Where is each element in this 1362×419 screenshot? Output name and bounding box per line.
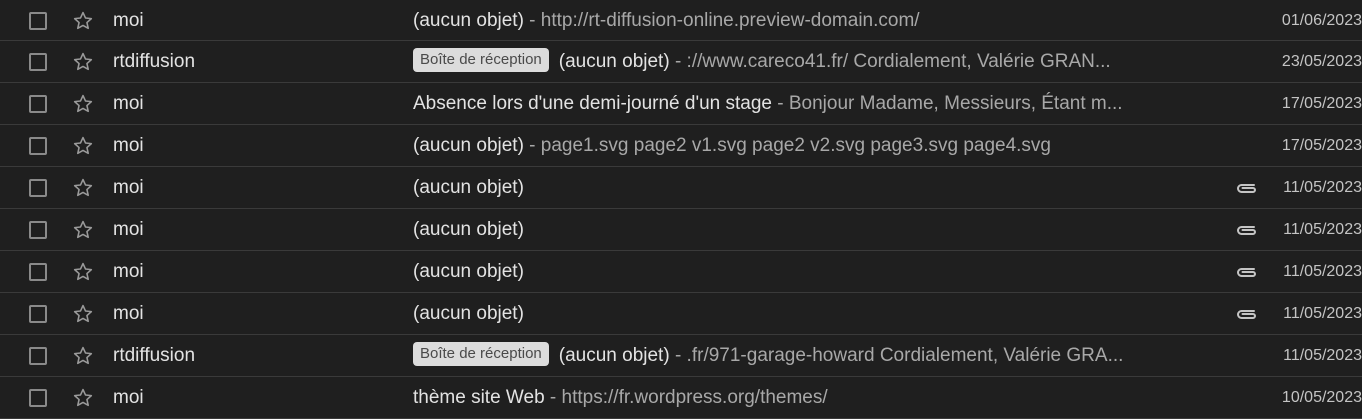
email-subject: (aucun objet)	[558, 345, 670, 366]
email-content: (aucun objet)	[413, 167, 524, 209]
select-checkbox[interactable]	[29, 53, 47, 71]
select-checkbox[interactable]	[29, 12, 47, 30]
email-date: 01/06/2023	[1281, 12, 1362, 29]
email-row[interactable]: moi thème site Web - https://fr.wordpres…	[0, 377, 1362, 419]
email-subject: thème site Web	[413, 387, 545, 408]
email-subject: (aucun objet)	[413, 177, 524, 198]
email-row[interactable]: moi (aucun objet) 11/05/2023	[0, 209, 1362, 251]
email-row[interactable]: moi Absence lors d'une demi-journé d'un …	[0, 83, 1362, 125]
select-checkbox[interactable]	[29, 347, 47, 365]
sender-name: moi	[113, 261, 144, 282]
email-content: (aucun objet)	[413, 209, 524, 251]
star-icon[interactable]	[72, 219, 94, 241]
email-content: Boîte de réception (aucun objet) - .fr/97…	[413, 335, 1123, 377]
email-subject: (aucun objet)	[413, 219, 524, 240]
select-checkbox[interactable]	[29, 389, 47, 407]
email-snippet: - ://www.careco41.fr/ Cordialement, Valé…	[669, 51, 1111, 72]
email-row[interactable]: rtdiffusion Boîte de réception (aucun obj…	[0, 41, 1362, 83]
star-icon[interactable]	[72, 345, 94, 367]
email-subject: (aucun objet)	[413, 303, 524, 324]
email-content: (aucun objet) - http://rt-diffusion-onli…	[413, 0, 920, 42]
email-subject: (aucun objet)	[558, 51, 670, 72]
email-date: 11/05/2023	[1283, 305, 1362, 322]
sender-name: moi	[113, 177, 144, 198]
select-checkbox[interactable]	[29, 137, 47, 155]
select-checkbox[interactable]	[29, 95, 47, 113]
email-subject: (aucun objet)	[413, 261, 524, 282]
star-icon[interactable]	[72, 51, 94, 73]
email-date: 23/05/2023	[1281, 53, 1362, 70]
email-date: 17/05/2023	[1281, 137, 1362, 154]
paperclip-icon[interactable]	[1234, 180, 1260, 196]
email-row[interactable]: rtdiffusion Boîte de réception (aucun obj…	[0, 335, 1362, 377]
sender-name: rtdiffusion	[113, 345, 196, 366]
email-snippet: - Bonjour Madame, Messieurs, Étant m...	[771, 93, 1123, 114]
star-icon[interactable]	[72, 303, 94, 325]
star-icon[interactable]	[72, 93, 94, 115]
email-date: 11/05/2023	[1283, 221, 1362, 238]
sender-name: moi	[113, 219, 144, 240]
sender-name: moi	[113, 303, 144, 324]
email-row[interactable]: moi (aucun objet) - page1.svg page2 v1.s…	[0, 125, 1362, 167]
sender-name: moi	[113, 10, 144, 31]
email-snippet: - page1.svg page2 v1.svg page2 v2.svg pa…	[523, 135, 1051, 156]
select-checkbox[interactable]	[29, 221, 47, 239]
label-badge[interactable]: Boîte de réception	[413, 47, 549, 72]
email-snippet: - https://fr.wordpress.org/themes/	[544, 387, 828, 408]
email-content: (aucun objet)	[413, 293, 524, 335]
email-date: 10/05/2023	[1281, 389, 1362, 406]
star-icon[interactable]	[72, 261, 94, 283]
email-row[interactable]: moi (aucun objet) 11/05/2023	[0, 251, 1362, 293]
email-subject: (aucun objet)	[413, 10, 524, 31]
sender-name: rtdiffusion	[113, 51, 196, 72]
email-subject: Absence lors d'une demi-journé d'un stag…	[413, 93, 772, 114]
email-content: Boîte de réception (aucun objet) - ://www…	[413, 41, 1111, 83]
email-date: 11/05/2023	[1283, 179, 1362, 196]
email-content: (aucun objet) - page1.svg page2 v1.svg p…	[413, 125, 1051, 167]
email-content: Absence lors d'une demi-journé d'un stag…	[413, 83, 1123, 125]
paperclip-icon[interactable]	[1234, 306, 1260, 322]
email-content: thème site Web - https://fr.wordpress.or…	[413, 377, 828, 419]
sender-name: moi	[113, 135, 144, 156]
label-badge[interactable]: Boîte de réception	[413, 341, 549, 366]
select-checkbox[interactable]	[29, 179, 47, 197]
email-row[interactable]: moi (aucun objet) 11/05/2023	[0, 167, 1362, 209]
email-subject: (aucun objet)	[413, 135, 524, 156]
star-icon[interactable]	[72, 10, 94, 32]
email-content: (aucun objet)	[413, 251, 524, 293]
email-snippet: - .fr/971-garage-howard Cordialement, Va…	[669, 345, 1124, 366]
select-checkbox[interactable]	[29, 305, 47, 323]
email-row[interactable]: moi (aucun objet) - http://rt-diffusion-…	[0, 0, 1362, 41]
paperclip-icon[interactable]	[1234, 264, 1260, 280]
sender-name: moi	[113, 93, 144, 114]
sender-name: moi	[113, 387, 144, 408]
email-date: 17/05/2023	[1281, 95, 1362, 112]
email-list: moi (aucun objet) - http://rt-diffusion-…	[0, 0, 1362, 419]
star-icon[interactable]	[72, 177, 94, 199]
paperclip-icon[interactable]	[1234, 222, 1260, 238]
select-checkbox[interactable]	[29, 263, 47, 281]
email-row[interactable]: moi (aucun objet) 11/05/2023	[0, 293, 1362, 335]
star-icon[interactable]	[72, 135, 94, 157]
email-date: 11/05/2023	[1283, 347, 1362, 364]
star-icon[interactable]	[72, 387, 94, 409]
email-date: 11/05/2023	[1283, 263, 1362, 280]
email-snippet: - http://rt-diffusion-online.preview-dom…	[523, 10, 920, 31]
